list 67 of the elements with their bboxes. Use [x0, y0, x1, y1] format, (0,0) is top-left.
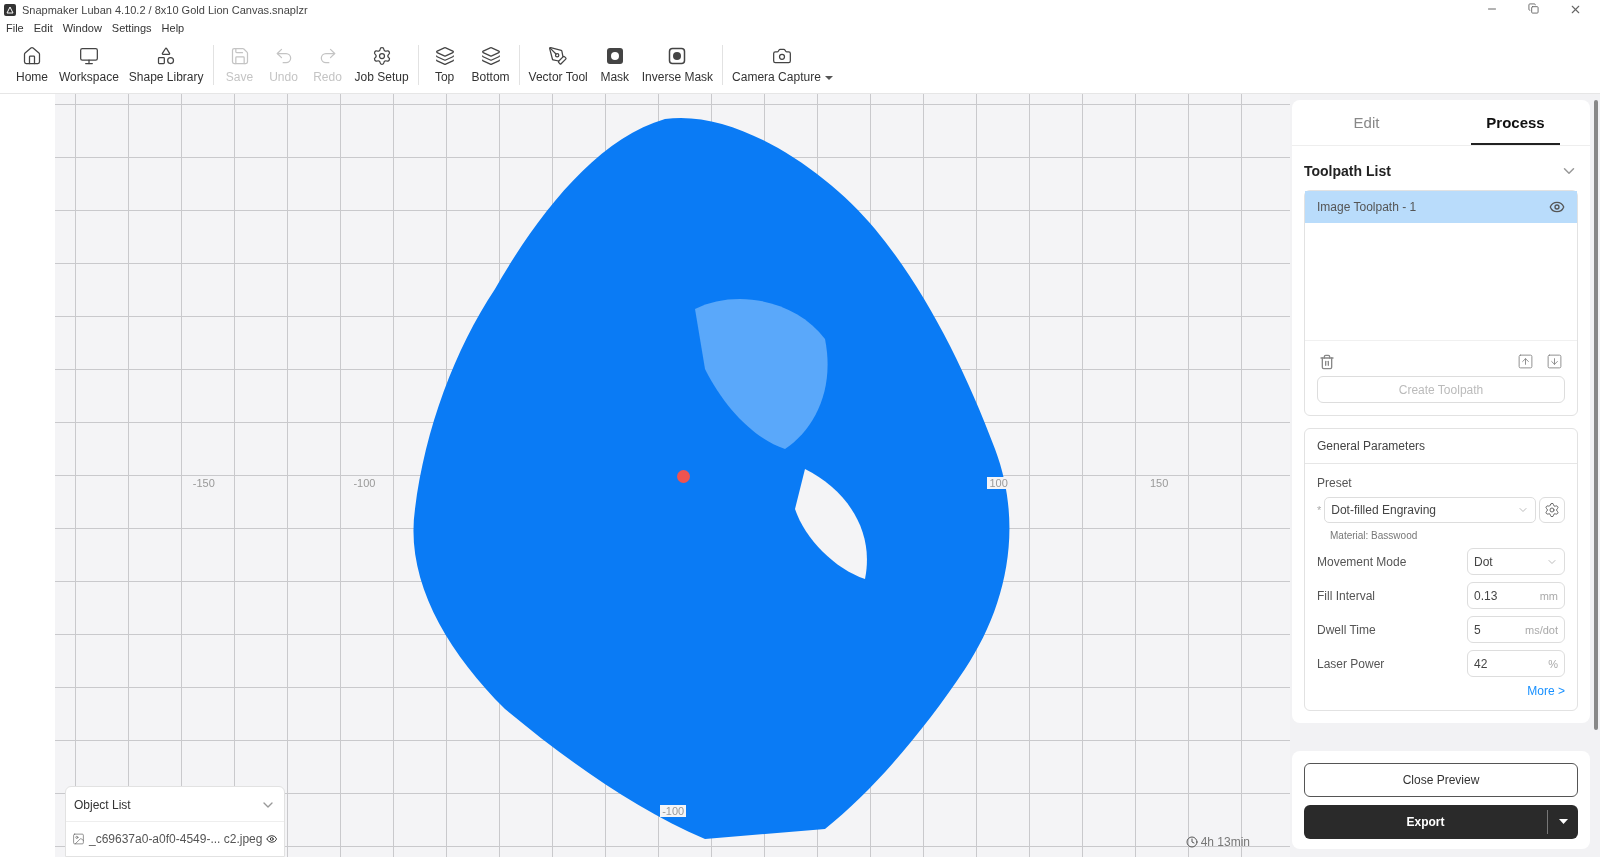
- input-field[interactable]: 5 ms/dot: [1467, 616, 1565, 643]
- inverse-mask-icon: [667, 46, 688, 66]
- menu-item[interactable]: Window: [62, 22, 102, 34]
- axis-label: 100: [987, 477, 1010, 489]
- move-down-icon[interactable]: [1546, 353, 1563, 370]
- monitor-icon: [78, 46, 99, 66]
- object-name[interactable]: _c69637a0-a0f0-4549-... c2.jpeg: [89, 832, 263, 846]
- axis-label: -100: [660, 805, 687, 817]
- section-title: Toolpath List: [1304, 163, 1391, 179]
- image-icon: [72, 830, 85, 848]
- menu-item[interactable]: Edit: [33, 22, 53, 34]
- home-icon: [22, 46, 42, 66]
- preset-select[interactable]: Dot-filled Engraving: [1324, 497, 1536, 523]
- axis-label: -100: [351, 477, 378, 489]
- section-title: General Parameters: [1305, 429, 1577, 464]
- field-label: Fill Interval: [1317, 588, 1375, 603]
- clock-icon: [1185, 836, 1198, 848]
- layers-icon: [480, 46, 501, 66]
- toolbar-button[interactable]: Inverse Mask: [636, 46, 719, 84]
- input-field[interactable]: 0.13 mm: [1467, 582, 1565, 609]
- toolbar-button[interactable]: Home: [10, 46, 54, 84]
- toolbar-button[interactable]: Workspace: [54, 46, 124, 84]
- field-label: Laser Power: [1317, 656, 1385, 671]
- axis-label: -150: [190, 477, 217, 489]
- caret-icon: [1558, 819, 1568, 825]
- caret-icon: [824, 75, 833, 81]
- toolbar-button[interactable]: Mask: [592, 46, 637, 84]
- close-icon[interactable]: [1569, 3, 1582, 16]
- menu-item[interactable]: File: [6, 22, 24, 34]
- toolbar-button[interactable]: Top: [422, 46, 467, 84]
- toolbar-button[interactable]: Shape Library: [123, 46, 209, 84]
- axis-label: 150: [1147, 477, 1171, 489]
- mask-icon: [604, 46, 625, 66]
- settings-icon: [1544, 502, 1560, 518]
- preset-settings-button[interactable]: [1539, 497, 1565, 523]
- layers-icon: [434, 46, 455, 66]
- field-label: Movement Mode: [1317, 554, 1407, 569]
- restore-icon[interactable]: [1528, 3, 1539, 14]
- move-up-icon[interactable]: [1517, 353, 1534, 370]
- toolbar-button[interactable]: Job Setup: [349, 46, 414, 84]
- required-mark: *: [1317, 504, 1322, 516]
- field-label: Dwell Time: [1317, 622, 1376, 637]
- workspace-canvas[interactable]: -150 -100 100 150 Object List _c69637a0-a0f0-4549-... c2.jpeg -100 4h 13min: [55, 94, 1290, 857]
- toolpath-item[interactable]: Image Toolpath - 1: [1305, 191, 1577, 223]
- save-icon: [229, 46, 250, 66]
- menu-item[interactable]: Help: [161, 22, 185, 34]
- panel-tab[interactable]: Edit: [1322, 100, 1411, 145]
- toolbar-button[interactable]: Camera Capture: [727, 46, 838, 84]
- eye-icon[interactable]: [1549, 199, 1565, 215]
- pen-icon: [548, 46, 569, 66]
- trash-icon[interactable]: [1319, 353, 1335, 370]
- panel-tab[interactable]: Process: [1471, 100, 1560, 145]
- camera-icon: [772, 46, 793, 66]
- material-note: Material: Basswood: [1329, 530, 1419, 541]
- shapes-icon: [156, 46, 177, 66]
- toolbar-button[interactable]: Bottom: [466, 46, 515, 84]
- app-logo-icon: [4, 3, 16, 16]
- window-title: Snapmaker Luban 4.10.2 / 8x10 Gold Lion Canvas.snaplzr: [22, 3, 309, 16]
- settings-icon: [371, 46, 392, 66]
- field-label: Preset: [1317, 476, 1353, 490]
- close-preview-button[interactable]: Close Preview: [1304, 763, 1578, 797]
- mode-select[interactable]: Dot: [1467, 548, 1565, 575]
- menu-item[interactable]: Settings: [111, 22, 152, 34]
- input-field[interactable]: 42 %: [1467, 650, 1565, 677]
- object-list-title: Object List: [74, 798, 131, 812]
- toolbar-button[interactable]: Vector Tool: [523, 46, 593, 84]
- time-estimate: 4h 13min: [1200, 835, 1250, 849]
